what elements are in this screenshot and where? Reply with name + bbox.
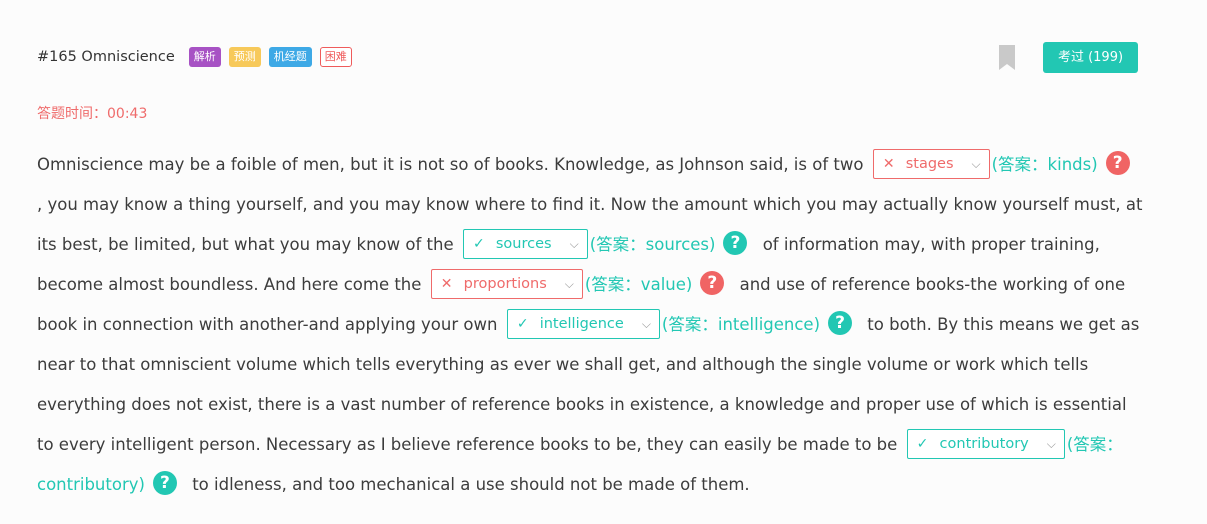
blank-1-value: stages bbox=[905, 155, 954, 172]
help-icon[interactable]: ? bbox=[700, 270, 725, 295]
blank-3-dropdown[interactable]: ✕ proportions ⌵ bbox=[430, 268, 583, 299]
tag-difficulty: 困难 bbox=[319, 47, 352, 67]
blank-1-dropdown[interactable]: ✕ stages ⌵ bbox=[872, 148, 990, 179]
blank-4-dropdown[interactable]: ✓ intelligence ⌵ bbox=[506, 308, 660, 339]
blank-3-answer: (答案：value) bbox=[584, 275, 693, 294]
wrong-icon: ✕ bbox=[882, 155, 895, 172]
blank-2-dropdown[interactable]: ✓ sources ⌵ bbox=[462, 228, 588, 259]
bookmark-icon[interactable] bbox=[999, 44, 1015, 70]
chevron-down-icon: ⌵ bbox=[971, 156, 981, 171]
help-icon[interactable]: ? bbox=[828, 310, 853, 335]
tag-real-exam[interactable]: 机经题 bbox=[268, 47, 312, 67]
passage: Omniscience may be a foible of men, but … bbox=[37, 145, 1147, 505]
blank-5-dropdown[interactable]: ✓ contributory ⌵ bbox=[906, 428, 1065, 459]
passage-text: Omniscience may be a foible of men, but … bbox=[37, 155, 864, 174]
blank-4-value: intelligence bbox=[539, 315, 624, 332]
taken-count-button[interactable]: 考过 (199) bbox=[1043, 41, 1138, 73]
wrong-icon: ✕ bbox=[440, 275, 453, 292]
help-icon[interactable]: ? bbox=[1105, 150, 1130, 175]
tag-analysis[interactable]: 解析 bbox=[188, 47, 221, 67]
answer-timer: 答题时间：00:43 bbox=[37, 106, 148, 122]
blank-2-answer: (答案：sources) bbox=[589, 235, 716, 254]
blank-3-value: proportions bbox=[463, 275, 547, 292]
blank-2-value: sources bbox=[495, 235, 552, 252]
blank-4-answer: (答案：intelligence) bbox=[661, 315, 821, 334]
tag-prediction[interactable]: 预测 bbox=[228, 47, 261, 67]
chevron-down-icon: ⌵ bbox=[1046, 436, 1056, 451]
blank-5-value: contributory bbox=[939, 435, 1029, 452]
check-icon: ✓ bbox=[516, 315, 529, 332]
question-header: #165 Omniscience 解析 预测 机经题 困难 考过 (199) bbox=[37, 41, 1138, 73]
check-icon: ✓ bbox=[916, 435, 929, 452]
help-icon[interactable]: ? bbox=[723, 230, 748, 255]
check-icon: ✓ bbox=[472, 235, 485, 252]
chevron-down-icon: ⌵ bbox=[564, 276, 574, 291]
blank-1-answer: (答案：kinds) bbox=[991, 155, 1098, 174]
passage-text: to idleness, and too mechanical a use sh… bbox=[192, 475, 750, 494]
chevron-down-icon: ⌵ bbox=[569, 236, 579, 251]
help-icon[interactable]: ? bbox=[152, 470, 177, 495]
chevron-down-icon: ⌵ bbox=[641, 316, 651, 331]
question-title: #165 Omniscience bbox=[37, 49, 175, 65]
